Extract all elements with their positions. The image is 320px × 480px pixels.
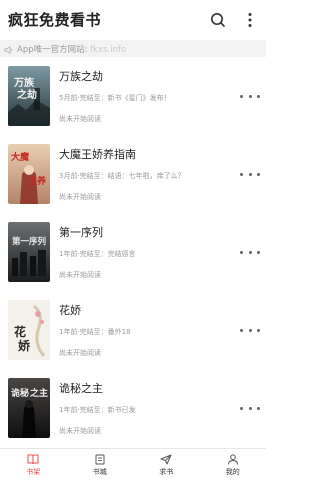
book-meta: 3月前·完结至：结语：七年啦，痒了么？ <box>59 172 185 180</box>
book-meta: 1年前·完结至：新书已发 <box>59 406 136 414</box>
app-title: 疯狂免费看书 <box>8 11 102 29</box>
book-cover: 万族 之劫 <box>8 66 50 126</box>
bottom-tab-bar: 书架 书城 求书 我的 <box>0 448 266 480</box>
book-meta: 1年前·完结至：完结感言 <box>59 250 136 258</box>
book-meta: 1年前·完结至：番外18 <box>59 328 131 336</box>
svg-text:万族: 万族 <box>13 76 35 89</box>
book-cover: 花 娇 <box>8 300 50 360</box>
profile-icon <box>226 453 240 465</box>
book-title: 诡秘之主 <box>59 382 103 395</box>
book-cover: 诡秘 之主 <box>8 378 50 438</box>
book-title: 第一序列 <box>59 226 103 239</box>
notice-bar[interactable]: App唯一官方网站: fkxs.info <box>0 40 266 57</box>
tab-bookshelf[interactable]: 书架 <box>0 449 67 480</box>
book-meta: 5月前·完结至：新书《星门》发布！ <box>59 94 171 102</box>
tab-label: 书架 <box>26 468 41 476</box>
svg-text:诡秘: 诡秘 <box>11 387 29 399</box>
svg-text:大魔: 大魔 <box>11 151 29 163</box>
book-item[interactable]: 万族 之劫 万族之劫 5月前·完结至：新书《星门》发布！ 尚未开始阅读 <box>0 58 266 136</box>
bookshelf-icon <box>26 453 40 465</box>
book-title: 万族之劫 <box>59 70 103 83</box>
search-icon[interactable] <box>206 8 230 32</box>
megaphone-icon <box>4 39 13 58</box>
tab-label: 我的 <box>225 468 240 476</box>
book-title: 大魔王娇养指南 <box>59 148 136 161</box>
book-cover: 大魔 王养 <box>8 144 50 204</box>
bookstore-icon <box>93 453 107 465</box>
tab-profile[interactable]: 我的 <box>200 449 267 480</box>
svg-text:王养: 王养 <box>28 175 46 187</box>
tab-request-book[interactable]: 求书 <box>133 449 200 480</box>
reading-status: 尚未开始阅读 <box>59 193 101 201</box>
more-horizontal-icon[interactable] <box>240 402 260 414</box>
notice-link[interactable]: fkxs.info <box>90 45 126 55</box>
svg-text:之劫: 之劫 <box>17 88 37 101</box>
book-item[interactable]: 第一序列 第一序列 1年前·完结至：完结感言 尚未开始阅读 <box>0 214 266 292</box>
svg-text:第一序列: 第一序列 <box>12 236 47 247</box>
more-horizontal-icon[interactable] <box>240 246 260 258</box>
reading-status: 尚未开始阅读 <box>59 271 101 279</box>
book-cover: 第一序列 <box>8 222 50 282</box>
send-icon <box>159 453 173 465</box>
book-list: 万族 之劫 万族之劫 5月前·完结至：新书《星门》发布！ 尚未开始阅读 大魔 王… <box>0 58 266 448</box>
reading-status: 尚未开始阅读 <box>59 115 101 123</box>
svg-text:之主: 之主 <box>30 387 48 399</box>
svg-text:花: 花 <box>14 324 26 339</box>
svg-text:娇: 娇 <box>17 338 31 353</box>
notice-text: App唯一官方网站: fkxs.info <box>17 44 127 55</box>
reading-status: 尚未开始阅读 <box>59 349 101 357</box>
book-item[interactable]: 大魔 王养 大魔王娇养指南 3月前·完结至：结语：七年啦，痒了么？ 尚未开始阅读 <box>0 136 266 214</box>
book-title: 花娇 <box>59 304 81 317</box>
tab-label: 求书 <box>159 468 174 476</box>
more-vertical-icon[interactable] <box>238 8 262 32</box>
tab-bookstore[interactable]: 书城 <box>67 449 134 480</box>
more-horizontal-icon[interactable] <box>240 90 260 102</box>
tab-label: 书城 <box>92 468 107 476</box>
reading-status: 尚未开始阅读 <box>59 427 101 435</box>
book-item[interactable]: 诡秘 之主 诡秘之主 1年前·完结至：新书已发 尚未开始阅读 <box>0 370 266 448</box>
book-item[interactable]: 花 娇 花娇 1年前·完结至：番外18 尚未开始阅读 <box>0 292 266 370</box>
more-horizontal-icon[interactable] <box>240 168 260 180</box>
app-header: 疯狂免费看书 <box>0 0 266 40</box>
more-horizontal-icon[interactable] <box>240 324 260 336</box>
